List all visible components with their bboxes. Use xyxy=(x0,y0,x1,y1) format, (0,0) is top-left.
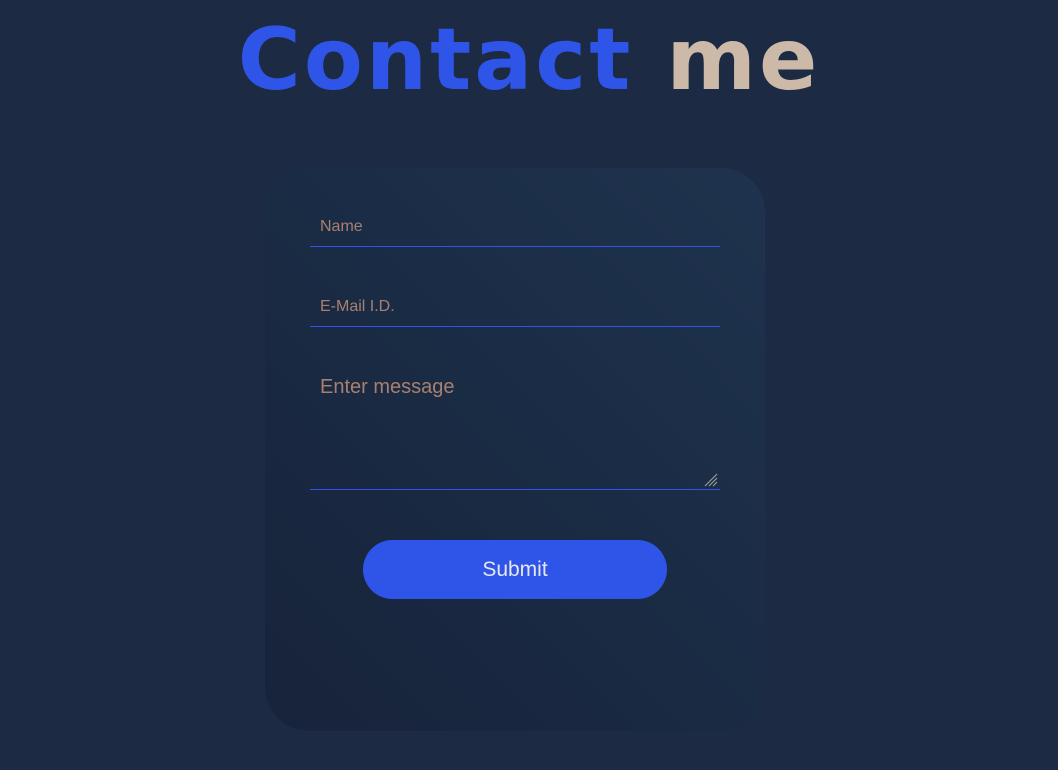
name-input[interactable] xyxy=(310,208,720,246)
name-field-wrapper xyxy=(310,208,720,247)
submit-button[interactable]: Submit xyxy=(363,540,667,599)
title-accent-word: Contact xyxy=(237,10,634,110)
email-field-wrapper xyxy=(310,288,720,327)
message-field-wrapper xyxy=(310,368,720,490)
contact-form: Submit xyxy=(265,168,765,731)
page-title: Contact me xyxy=(0,0,1058,120)
email-input[interactable] xyxy=(310,288,720,326)
message-textarea[interactable] xyxy=(310,368,720,489)
title-rest-word: me xyxy=(666,10,821,110)
resize-grip-icon[interactable] xyxy=(702,471,718,487)
